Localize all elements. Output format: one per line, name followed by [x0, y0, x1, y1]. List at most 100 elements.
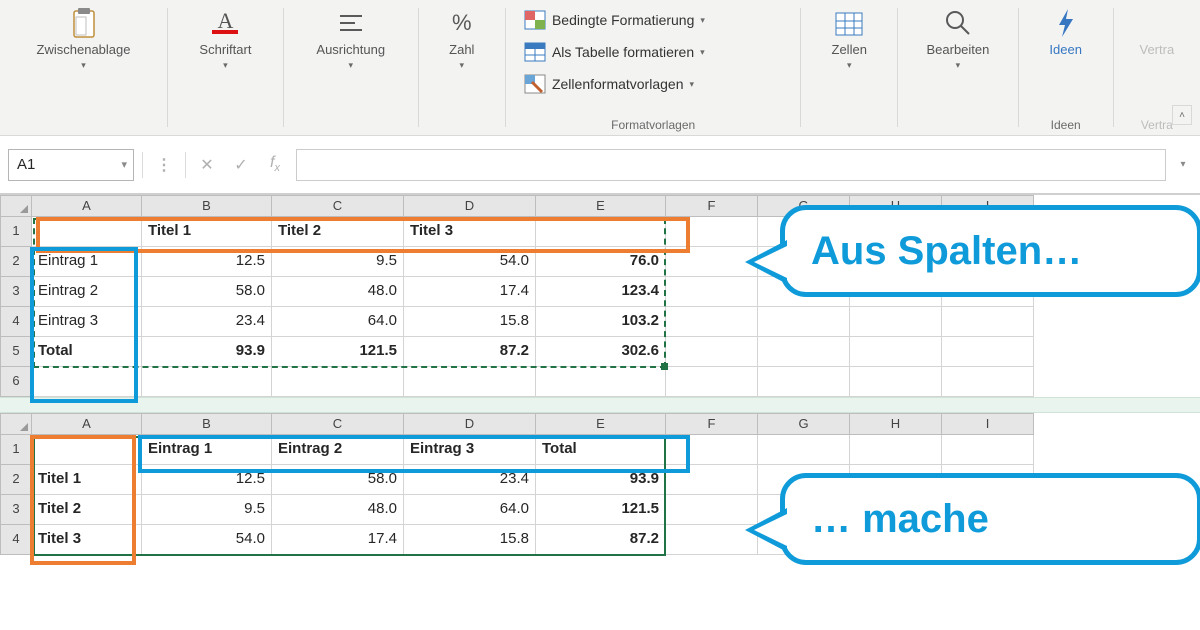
cell[interactable]: Eintrag 3 — [404, 435, 536, 465]
cell[interactable]: Eintrag 3 — [32, 307, 142, 337]
clipboard-button[interactable]: Zwischenablage ▾ — [37, 6, 131, 71]
col-header[interactable]: C — [272, 195, 404, 217]
cell[interactable]: 12.5 — [142, 465, 272, 495]
row-header[interactable]: 3 — [0, 495, 32, 525]
cell[interactable] — [942, 337, 1034, 367]
cell[interactable] — [32, 367, 142, 397]
cell[interactable]: 302.6 — [536, 337, 666, 367]
cell[interactable] — [536, 367, 666, 397]
cell[interactable]: Eintrag 1 — [142, 435, 272, 465]
cell[interactable] — [942, 435, 1034, 465]
cell[interactable] — [666, 465, 758, 495]
cell[interactable] — [666, 367, 758, 397]
col-header[interactable]: A — [32, 195, 142, 217]
cell[interactable] — [272, 367, 404, 397]
row-header[interactable]: 2 — [0, 247, 32, 277]
cell[interactable] — [850, 435, 942, 465]
cell[interactable] — [758, 367, 850, 397]
row-header[interactable]: 3 — [0, 277, 32, 307]
col-header[interactable]: I — [942, 413, 1034, 435]
cell[interactable] — [758, 435, 850, 465]
collapse-ribbon-button[interactable]: ˄ — [1172, 105, 1192, 125]
cell[interactable]: 58.0 — [272, 465, 404, 495]
row-header[interactable]: 6 — [0, 367, 32, 397]
cell[interactable]: 54.0 — [404, 247, 536, 277]
col-header[interactable]: D — [404, 413, 536, 435]
cells-button[interactable]: Zellen ▾ — [832, 6, 867, 71]
select-all-corner[interactable] — [0, 195, 32, 217]
col-header[interactable]: B — [142, 413, 272, 435]
row-header[interactable]: 2 — [0, 465, 32, 495]
namebox-options-button[interactable]: ⋮ — [151, 155, 177, 175]
cell[interactable]: 121.5 — [272, 337, 404, 367]
cell[interactable]: Titel 3 — [32, 525, 142, 555]
col-header[interactable]: A — [32, 413, 142, 435]
cell[interactable]: 48.0 — [272, 495, 404, 525]
cell-styles-button[interactable]: Zellenformatvorlagen ▾ — [520, 70, 790, 98]
cell[interactable]: Titel 2 — [272, 217, 404, 247]
cell[interactable]: 87.2 — [536, 525, 666, 555]
cell[interactable]: 9.5 — [272, 247, 404, 277]
cell[interactable]: Eintrag 2 — [272, 435, 404, 465]
formula-input[interactable] — [296, 149, 1166, 181]
cell[interactable]: Eintrag 2 — [32, 277, 142, 307]
cell[interactable] — [32, 217, 142, 247]
cell[interactable]: 48.0 — [272, 277, 404, 307]
cell[interactable] — [404, 367, 536, 397]
cell[interactable]: 93.9 — [536, 465, 666, 495]
cell[interactable] — [758, 307, 850, 337]
cell[interactable] — [666, 337, 758, 367]
col-header[interactable]: C — [272, 413, 404, 435]
cell[interactable] — [666, 435, 758, 465]
col-header[interactable]: B — [142, 195, 272, 217]
cell[interactable] — [666, 307, 758, 337]
cell[interactable]: 15.8 — [404, 307, 536, 337]
cell[interactable]: Total — [32, 337, 142, 367]
cell[interactable] — [536, 217, 666, 247]
name-box[interactable]: A1 — [8, 149, 134, 181]
number-button[interactable]: % Zahl ▾ — [445, 6, 479, 71]
format-as-table-button[interactable]: Als Tabelle formatieren ▾ — [520, 38, 790, 66]
privacy-button[interactable]: Vertra — [1140, 6, 1175, 58]
cell[interactable]: 12.5 — [142, 247, 272, 277]
col-header[interactable]: E — [536, 413, 666, 435]
cell[interactable] — [142, 367, 272, 397]
cell[interactable]: 76.0 — [536, 247, 666, 277]
cell[interactable] — [850, 367, 942, 397]
cell[interactable]: Total — [536, 435, 666, 465]
cell[interactable]: Eintrag 1 — [32, 247, 142, 277]
cancel-formula-button[interactable]: ✕ — [194, 155, 220, 175]
cell[interactable]: 54.0 — [142, 525, 272, 555]
cell[interactable] — [942, 367, 1034, 397]
cell[interactable]: 123.4 — [536, 277, 666, 307]
expand-formula-bar-button[interactable]: ▾ — [1174, 159, 1192, 170]
row-header[interactable]: 5 — [0, 337, 32, 367]
cell[interactable]: Titel 2 — [32, 495, 142, 525]
cell[interactable]: 15.8 — [404, 525, 536, 555]
cell[interactable]: 87.2 — [404, 337, 536, 367]
cell[interactable] — [758, 337, 850, 367]
cell[interactable] — [942, 307, 1034, 337]
cell[interactable]: 17.4 — [272, 525, 404, 555]
col-header[interactable]: F — [666, 413, 758, 435]
cell[interactable]: 64.0 — [272, 307, 404, 337]
editing-button[interactable]: Bearbeiten ▾ — [926, 6, 989, 71]
ideas-button[interactable]: Ideen — [1049, 6, 1083, 58]
col-header[interactable]: E — [536, 195, 666, 217]
conditional-formatting-button[interactable]: Bedingte Formatierung ▾ — [520, 6, 790, 34]
cell[interactable]: 9.5 — [142, 495, 272, 525]
cell[interactable]: 23.4 — [404, 465, 536, 495]
col-header[interactable]: H — [850, 413, 942, 435]
col-header[interactable]: G — [758, 413, 850, 435]
cell[interactable]: 23.4 — [142, 307, 272, 337]
cell[interactable] — [850, 307, 942, 337]
row-header[interactable]: 1 — [0, 217, 32, 247]
cell[interactable]: Titel 1 — [32, 465, 142, 495]
col-header[interactable]: D — [404, 195, 536, 217]
cell[interactable]: 93.9 — [142, 337, 272, 367]
cell[interactable]: 121.5 — [536, 495, 666, 525]
cell[interactable]: Titel 3 — [404, 217, 536, 247]
cell[interactable]: 64.0 — [404, 495, 536, 525]
cell[interactable]: 103.2 — [536, 307, 666, 337]
select-all-corner[interactable] — [0, 413, 32, 435]
